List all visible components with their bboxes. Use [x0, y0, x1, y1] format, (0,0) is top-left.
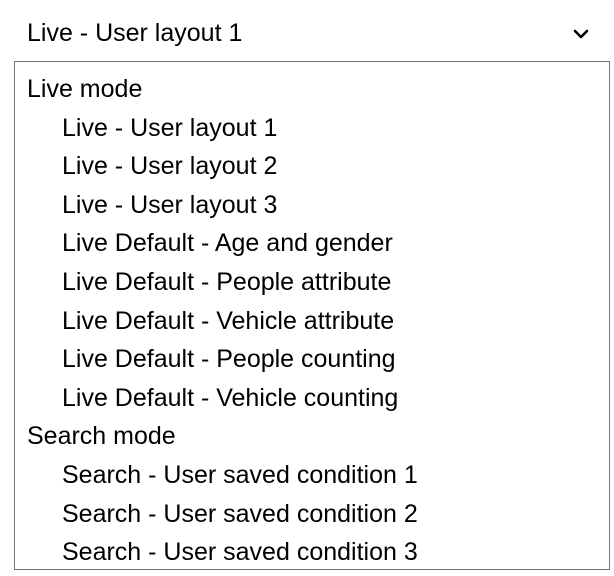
chevron-down-icon[interactable] — [570, 23, 592, 45]
option-live-default-age-gender[interactable]: Live Default - Age and gender — [15, 224, 609, 263]
layout-select[interactable]: Live - User layout 1 — [14, 6, 610, 61]
option-live-user-layout-2[interactable]: Live - User layout 2 — [15, 147, 609, 186]
select-value: Live - User layout 1 — [27, 19, 243, 47]
option-live-default-people-attribute[interactable]: Live Default - People attribute — [15, 263, 609, 302]
option-live-default-people-counting[interactable]: Live Default - People counting — [15, 340, 609, 379]
option-search-condition-2[interactable]: Search - User saved condition 2 — [15, 495, 609, 534]
option-live-default-vehicle-counting[interactable]: Live Default - Vehicle counting — [15, 379, 609, 418]
group-label-search-mode: Search mode — [27, 422, 176, 451]
option-live-default-vehicle-attribute[interactable]: Live Default - Vehicle attribute — [15, 302, 609, 341]
option-search-condition-1[interactable]: Search - User saved condition 1 — [15, 456, 609, 495]
dropdown-list: Live mode Live - User layout 1 Live - Us… — [14, 61, 610, 570]
group-label-live-mode: Live mode — [27, 75, 143, 103]
option-live-user-layout-1[interactable]: Live - User layout 1 — [15, 109, 609, 148]
option-live-user-layout-3[interactable]: Live - User layout 3 — [15, 186, 609, 225]
page: Live - User layout 1 Live mode Live - Us… — [0, 0, 614, 576]
option-search-condition-3[interactable]: Search - User saved condition 3 — [15, 533, 609, 572]
